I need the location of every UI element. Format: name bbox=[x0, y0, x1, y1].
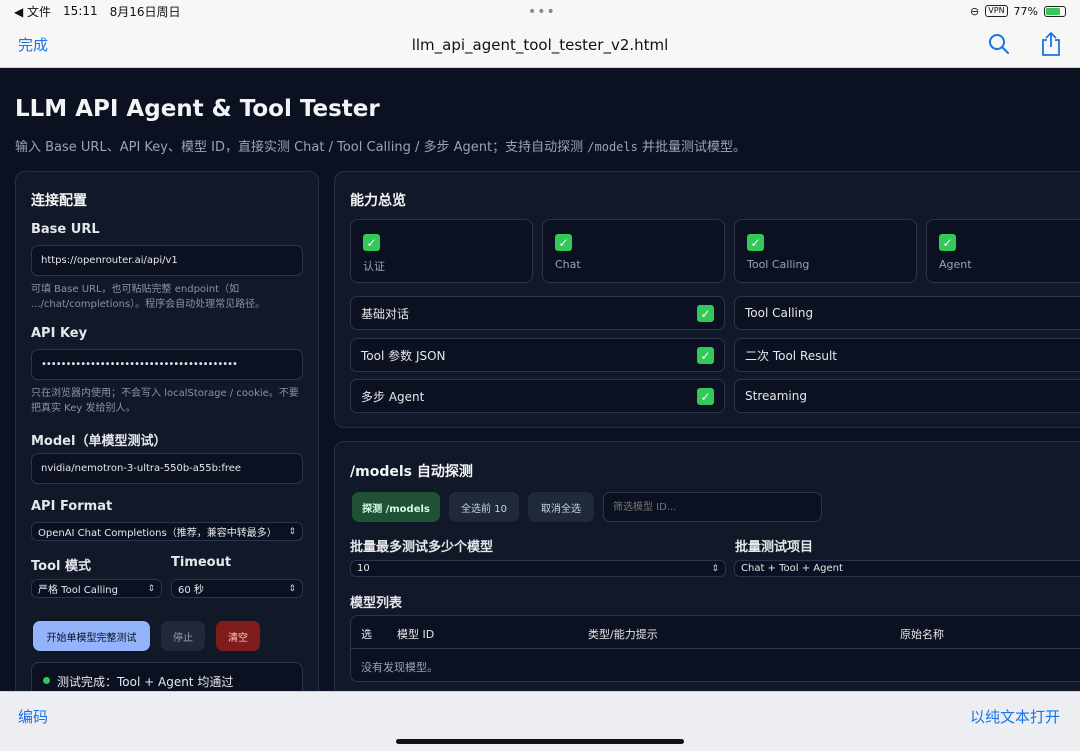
base-url-input[interactable]: https://openrouter.ai/api/v1 bbox=[31, 245, 303, 276]
api-key-label: API Key bbox=[31, 326, 88, 341]
check-icon: ✓ bbox=[697, 347, 714, 364]
column-header-select: 选 bbox=[361, 628, 372, 641]
tool-mode-label: Tool 模式 bbox=[31, 559, 91, 574]
select-chevron-icon: ⇕ bbox=[288, 583, 296, 594]
capability-row: 基础对话 ✓ bbox=[350, 296, 725, 330]
table-header: 选 模型 ID 类型/能力提示 原始名称 bbox=[351, 616, 1080, 649]
page-subtitle: 输入 Base URL、API Key、模型 ID，直接实测 Chat / To… bbox=[15, 140, 746, 155]
capability-tile-agent: ✓ Agent bbox=[926, 219, 1080, 283]
select-chevron-icon: ⇕ bbox=[147, 583, 155, 594]
multitask-dots-icon[interactable]: ••• bbox=[528, 4, 556, 20]
page-title: LLM API Agent & Tool Tester bbox=[15, 96, 380, 122]
home-indicator[interactable] bbox=[396, 739, 684, 744]
models-heading: /models 自动探测 bbox=[350, 464, 473, 480]
back-to-files[interactable]: ◀ 文件 bbox=[14, 3, 51, 20]
check-icon: ✓ bbox=[555, 234, 572, 251]
status-time: 15:11 bbox=[63, 4, 98, 18]
check-icon: ✓ bbox=[939, 234, 956, 251]
link-icon: ⊖ bbox=[970, 4, 980, 18]
empty-state-text: 没有发现模型。 bbox=[361, 661, 438, 674]
timeout-select[interactable]: 60 秒 ⇕ bbox=[171, 579, 303, 598]
api-key-hint: 只在浏览器内使用；不会写入 localStorage / cookie。不要把真… bbox=[31, 388, 299, 414]
result-box: 测试完成：Tool + Agent 均通过 bbox=[31, 662, 303, 691]
search-icon[interactable] bbox=[988, 33, 1010, 60]
clear-button[interactable]: 清空 bbox=[216, 621, 260, 651]
models-probe-card: /models 自动探测 探测 /models 全选前 10 取消全选 批量最多… bbox=[334, 441, 1080, 691]
document-title: llm_api_agent_tool_tester_v2.html bbox=[411, 35, 669, 54]
deselect-all-button[interactable]: 取消全选 bbox=[528, 492, 594, 522]
capabilities-card: 能力总览 ✓ 认证 ✓ Chat ✓ Tool Calling ✓ Agent … bbox=[334, 171, 1080, 428]
battery-icon bbox=[1044, 5, 1066, 17]
check-icon: ✓ bbox=[697, 305, 714, 322]
result-text: 测试完成：Tool + Agent 均通过 bbox=[57, 675, 234, 689]
open-plain-text-button[interactable]: 以纯文本打开 bbox=[970, 706, 1060, 727]
page-content: LLM API Agent & Tool Tester 输入 Base URL、… bbox=[0, 68, 1080, 691]
tool-mode-select[interactable]: 严格 Tool Calling ⇕ bbox=[31, 579, 162, 598]
vpn-badge: VPN bbox=[985, 5, 1008, 17]
done-button[interactable]: 完成 bbox=[18, 34, 48, 55]
select-chevron-icon: ⇕ bbox=[711, 563, 719, 574]
api-key-input[interactable]: •••••••••••••••••••••••••••••••••••••••• bbox=[31, 349, 303, 380]
select-top-10-button[interactable]: 全选前 10 bbox=[449, 492, 519, 522]
api-format-label: API Format bbox=[31, 499, 113, 514]
model-filter-input[interactable] bbox=[603, 492, 822, 522]
capability-row: Tool 参数 JSON ✓ bbox=[350, 338, 725, 372]
status-date: 8月16日周日 bbox=[109, 4, 181, 19]
capability-row: 二次 Tool Result bbox=[734, 338, 1080, 372]
stop-button[interactable]: 停止 bbox=[161, 621, 205, 651]
config-heading: 连接配置 bbox=[31, 193, 87, 209]
model-list-table: 选 模型 ID 类型/能力提示 原始名称 没有发现模型。 bbox=[350, 615, 1080, 682]
model-list-label: 模型列表 bbox=[350, 596, 403, 611]
api-format-select[interactable]: OpenAI Chat Completions（推荐，兼容中转最多） ⇕ bbox=[31, 522, 303, 541]
share-icon[interactable] bbox=[1040, 31, 1062, 62]
base-url-label: Base URL bbox=[31, 222, 100, 237]
capability-tile-tool-calling: ✓ Tool Calling bbox=[734, 219, 917, 283]
capability-tile-auth: ✓ 认证 bbox=[350, 219, 533, 283]
capability-row: Streaming bbox=[734, 379, 1080, 413]
status-dot-icon bbox=[43, 677, 50, 684]
batch-items-label: 批量测试项目 bbox=[735, 540, 814, 555]
batch-max-label: 批量最多测试多少个模型 bbox=[350, 540, 494, 555]
connection-config-card: 连接配置 Base URL https://openrouter.ai/api/… bbox=[15, 171, 319, 691]
check-icon: ✓ bbox=[697, 388, 714, 405]
battery-percent: 77% bbox=[1013, 4, 1038, 18]
batch-max-select[interactable]: 10 ⇕ bbox=[350, 560, 726, 577]
status-bar: ◀ 文件 15:11 8月16日周日 ••• ⊖ VPN 77% bbox=[0, 0, 1080, 22]
nav-bar: 完成 llm_api_agent_tool_tester_v2.html bbox=[0, 22, 1080, 68]
capability-row: Tool Calling bbox=[734, 296, 1080, 330]
base-url-hint: 可填 Base URL，也可粘贴完整 endpoint（如 .../chat/c… bbox=[31, 284, 266, 310]
column-header-raw-name: 原始名称 bbox=[900, 628, 944, 641]
capability-tile-chat: ✓ Chat bbox=[542, 219, 725, 283]
capabilities-heading: 能力总览 bbox=[350, 193, 406, 209]
probe-models-button[interactable]: 探测 /models bbox=[352, 492, 440, 522]
batch-items-select[interactable]: Chat + Tool + Agent bbox=[734, 560, 1080, 577]
model-label: Model（单模型测试） bbox=[31, 434, 167, 449]
select-chevron-icon: ⇕ bbox=[288, 526, 296, 537]
check-icon: ✓ bbox=[747, 234, 764, 251]
start-test-button[interactable]: 开始单模型完整测试 bbox=[33, 621, 150, 651]
timeout-label: Timeout bbox=[171, 555, 232, 570]
column-header-model-id: 模型 ID bbox=[397, 628, 435, 641]
column-header-type: 类型/能力提示 bbox=[588, 628, 658, 641]
model-input[interactable]: nvidia/nemotron-3-ultra-550b-a55b:free bbox=[31, 453, 303, 484]
capability-row: 多步 Agent ✓ bbox=[350, 379, 725, 413]
encoding-button[interactable]: 编码 bbox=[18, 706, 48, 727]
check-icon: ✓ bbox=[363, 234, 380, 251]
